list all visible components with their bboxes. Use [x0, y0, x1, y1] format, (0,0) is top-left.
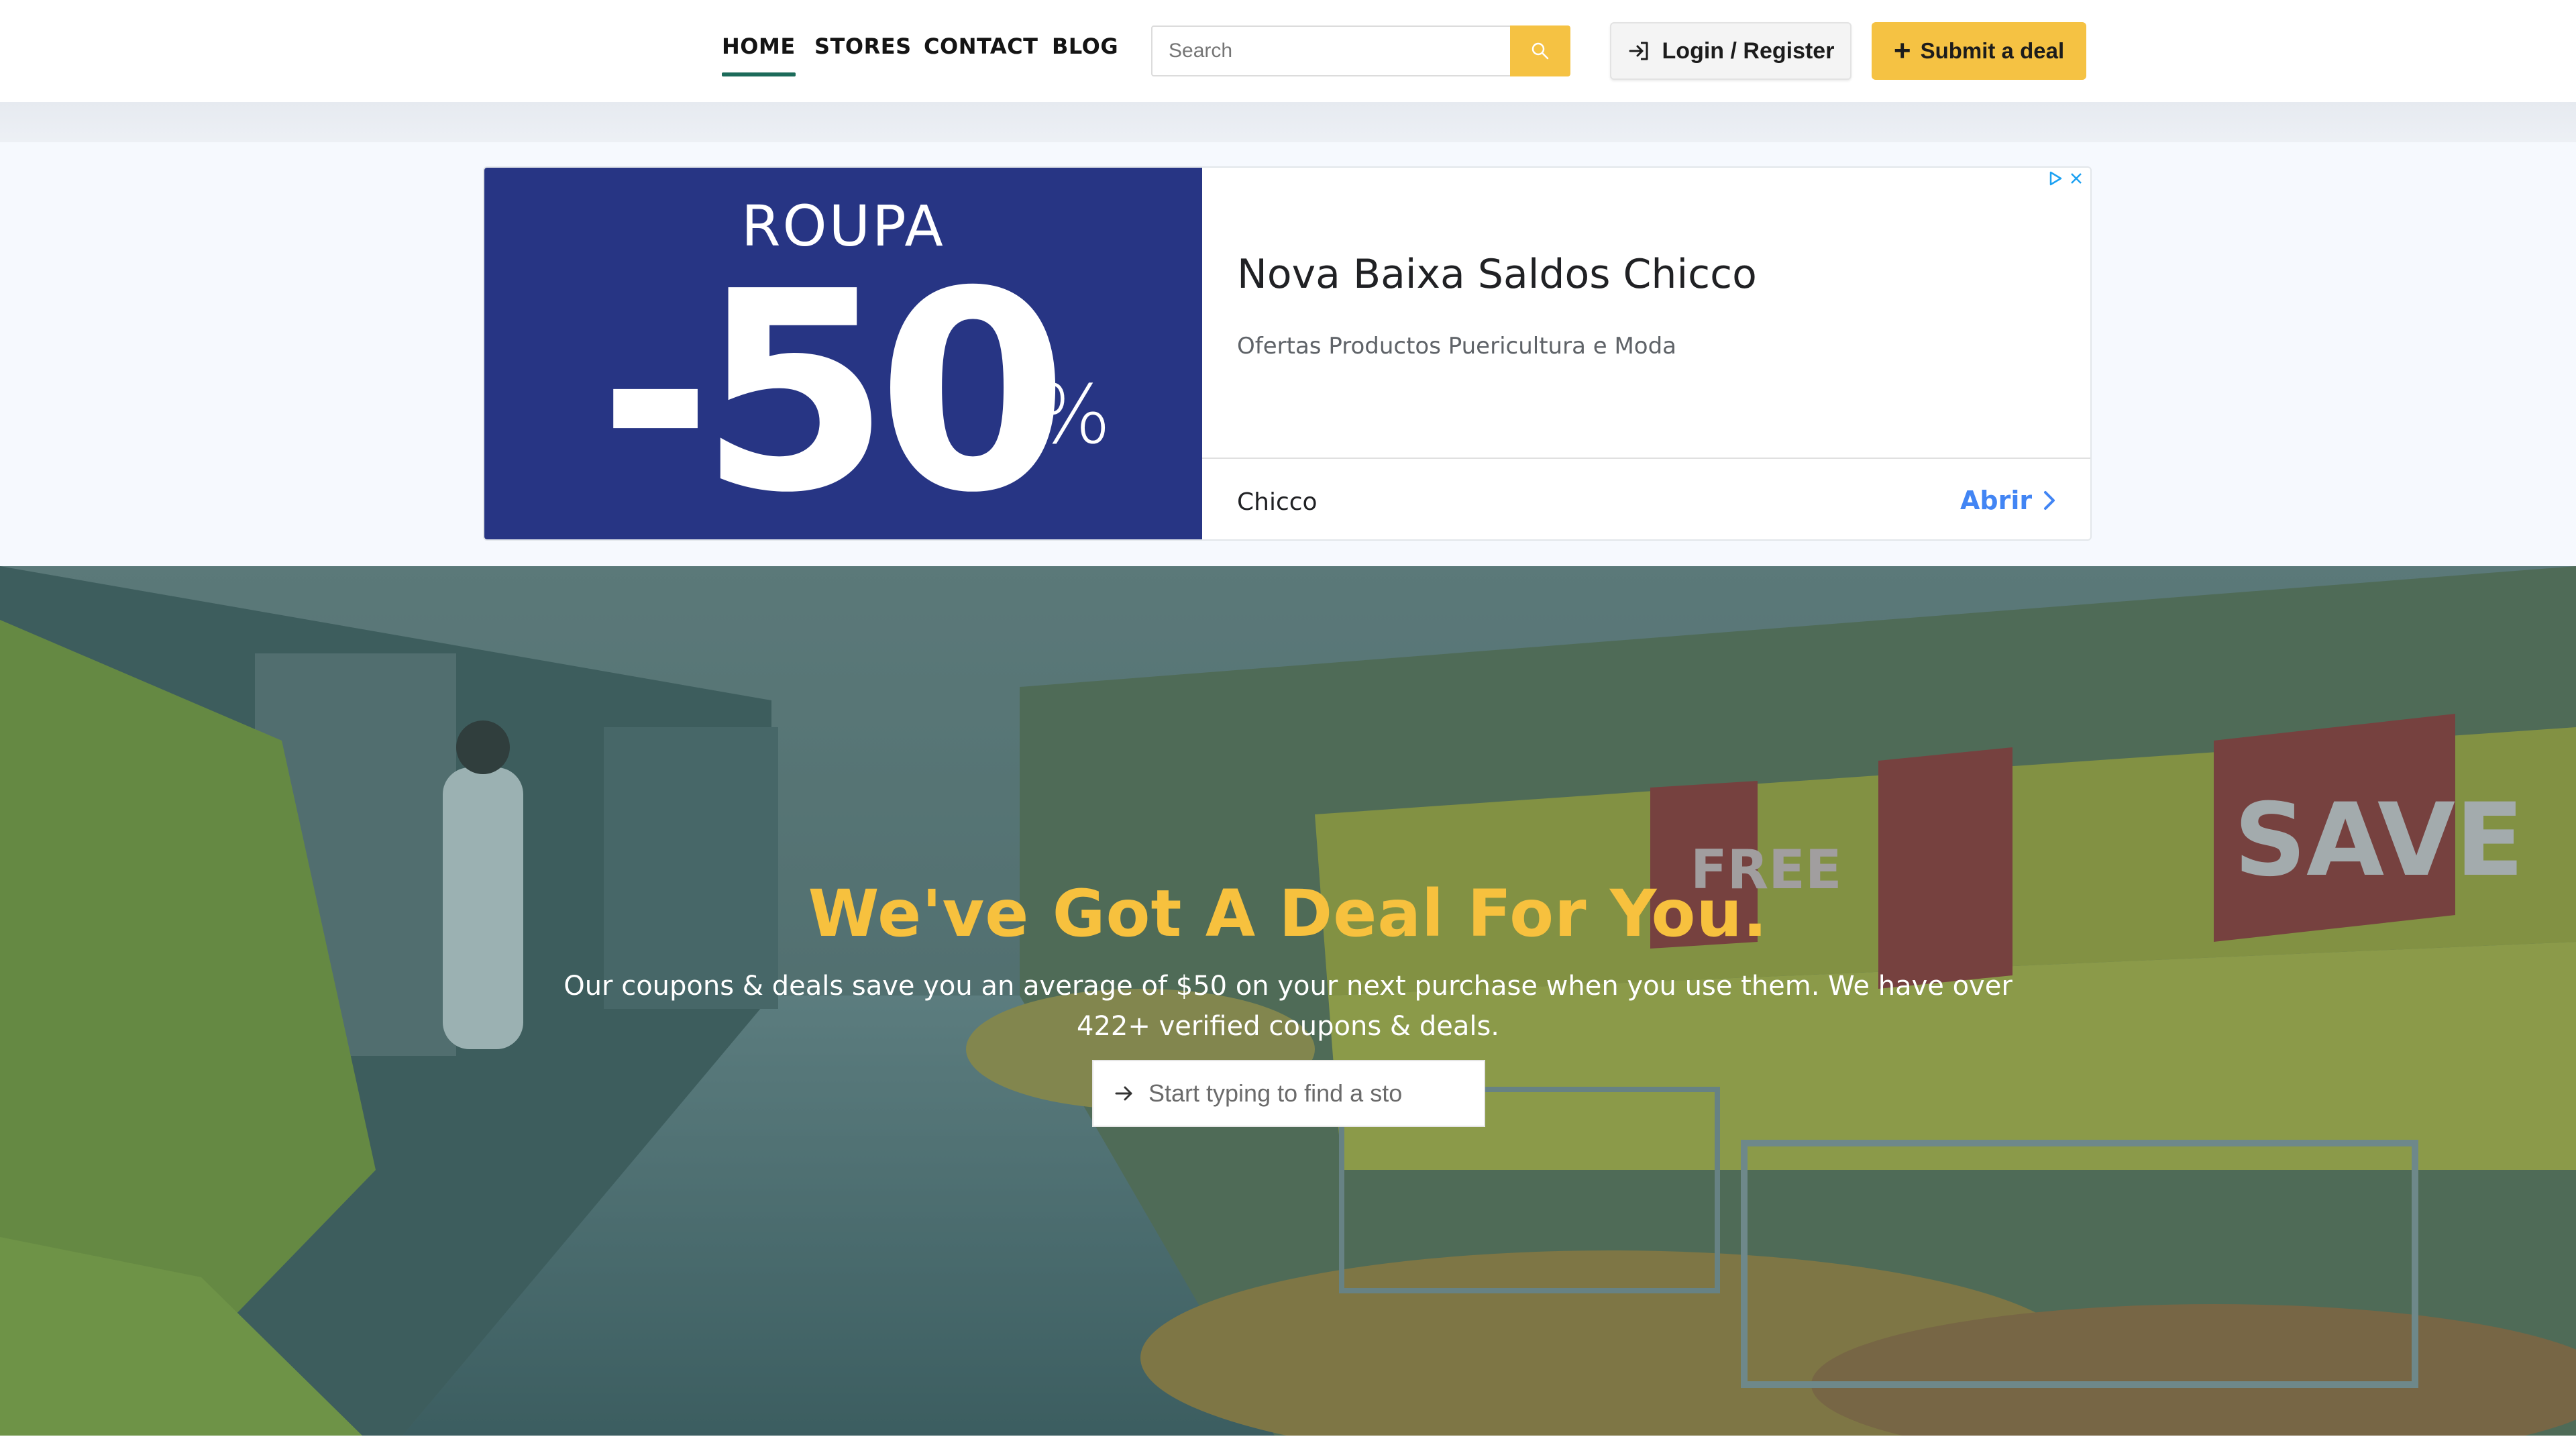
- site-header: HOME STORES CONTACT BLOG Login / Registe…: [0, 0, 2576, 102]
- submit-deal-label: Submit a deal: [1920, 38, 2065, 63]
- login-register-label: Login / Register: [1662, 38, 1835, 64]
- ad-open-link[interactable]: Abrir: [1960, 486, 2057, 515]
- nav-stores[interactable]: STORES: [814, 34, 912, 74]
- header-shadow: [0, 102, 2576, 142]
- hero-title: We've Got A Deal For You.: [808, 876, 1768, 951]
- page-bottom-strip: [0, 1436, 2576, 1449]
- arrow-right-icon: [1115, 1086, 1132, 1101]
- ad-description: Ofertas Productos Puericultura e Moda: [1237, 333, 1676, 360]
- hero-section: FREE SAVE We've Got A Deal For You. Our …: [0, 566, 2576, 1436]
- ad-choices[interactable]: [2047, 170, 2084, 186]
- ad-divider: [1202, 458, 2090, 459]
- nav-blog[interactable]: BLOG: [1052, 34, 1118, 74]
- store-search: [1092, 1060, 1485, 1127]
- ad-image-discount: -50: [598, 232, 1069, 541]
- header-search: [1151, 25, 1570, 76]
- close-icon[interactable]: [2069, 171, 2084, 186]
- ad-area: ROUPA -50 % Nova Baixa Saldos Chicco Ofe…: [0, 142, 2576, 566]
- ad-title[interactable]: Nova Baixa Saldos Chicco: [1237, 251, 1757, 298]
- hero-description: Our coupons & deals save you an average …: [564, 971, 2012, 1042]
- ad-image-percent: %: [1034, 369, 1112, 462]
- ad-choices-icon[interactable]: [2047, 170, 2063, 186]
- search-button[interactable]: [1510, 25, 1570, 76]
- login-icon: [1629, 42, 1648, 60]
- login-register-button[interactable]: Login / Register: [1610, 22, 1851, 80]
- nav-home[interactable]: HOME: [722, 34, 796, 76]
- ad-open-label: Abrir: [1960, 486, 2033, 515]
- ad-brand: Chicco: [1237, 488, 1318, 516]
- ad-banner[interactable]: ROUPA -50 % Nova Baixa Saldos Chicco Ofe…: [483, 166, 2092, 541]
- ad-image[interactable]: ROUPA -50 %: [484, 168, 1202, 541]
- store-search-input[interactable]: [1136, 1069, 1432, 1118]
- nav-contact[interactable]: CONTACT: [924, 34, 1038, 74]
- search-icon: [1532, 42, 1549, 60]
- search-input[interactable]: [1152, 30, 1519, 72]
- submit-deal-button[interactable]: + Submit a deal: [1872, 22, 2086, 80]
- chevron-right-icon: [2044, 491, 2055, 510]
- plus-icon: +: [1893, 34, 1911, 67]
